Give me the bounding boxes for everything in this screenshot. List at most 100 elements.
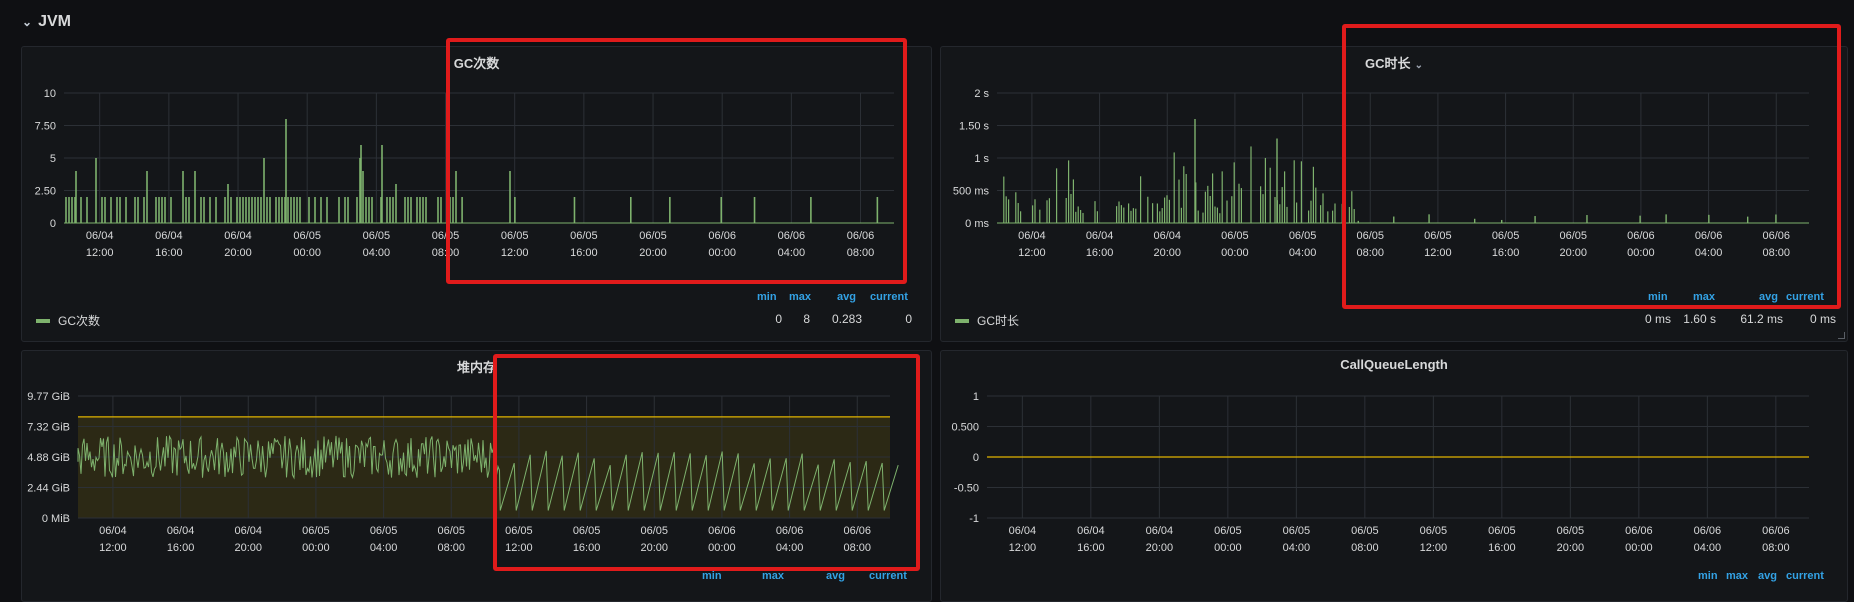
legend-series[interactable]: GC次数 [36,312,100,329]
x-tick-label: 06/06 [1627,230,1655,242]
x-tick-label: 20:00 [1146,542,1174,554]
panel-gc-time[interactable]: GC时长 ⌄ 2 s 1.50 s1 s 500 ms 0 ms 06/04 12:00 06… [940,46,1848,342]
x-tick-label: 06/04 [1086,230,1114,242]
x-tick-label: 16:00 [573,542,601,554]
y-tick-label: 1 s [974,153,989,165]
panel-title[interactable]: CallQueueLength [941,357,1847,372]
legend-header-current[interactable]: current [1786,291,1824,303]
x-tick-label: 06/05 [1351,525,1379,537]
x-tick-label: 06/05 [432,230,460,242]
panel-title[interactable]: GC时长 ⌄ [941,53,1847,72]
x-tick-label: 06/05 [363,230,391,242]
x-tick-label: 12:00 [501,247,529,259]
x-tick-label: 12:00 [86,247,114,259]
x-tick-label: 06/06 [1762,230,1790,242]
legend-header-min[interactable]: min [757,291,777,303]
panel-title[interactable]: GC次数 [22,53,931,72]
legend-header-avg[interactable]: avg [837,291,856,303]
x-tick-label: 06/05 [302,525,330,537]
x-tick-label: 20:00 [1153,247,1181,259]
y-tick-label: 0 MiB [42,513,70,525]
x-tick-label: 20:00 [224,247,252,259]
x-tick-label: 06/04 [155,230,183,242]
x-tick-label: 20:00 [1557,542,1585,554]
x-tick-label: 06/04 [1009,525,1037,537]
x-tick-label: 08:00 [1762,247,1790,259]
x-tick-label: 06/05 [1221,230,1249,242]
legend-series-name: GC次数 [58,314,101,328]
y-tick-label: 1.50 s [959,121,989,133]
x-tick-label: 04:00 [370,542,398,554]
x-tick-label: 06/04 [1146,525,1174,537]
row-title: JVM [38,13,71,30]
x-tick-label: 06/04 [1018,230,1046,242]
x-tick-label: 06/06 [778,230,806,242]
legend-min-value: 0 ms [1644,312,1671,326]
panel-heap[interactable]: 堆内存 9.77 GiB 7.32 GiB 4.88 GiB 2.44 GiB 0 Mi… [21,350,932,602]
legend-header-min[interactable]: min [1698,570,1718,582]
legend-header-current[interactable]: current [869,570,907,582]
panel-title[interactable]: 堆内存 [22,357,931,376]
x-tick-label: 16:00 [155,247,183,259]
y-tick-label: 7.32 GiB [27,422,70,434]
x-tick-label: 06/05 [505,525,533,537]
row-header-jvm[interactable]: ⌄ JVM [22,8,71,36]
legend-header-current[interactable]: current [1786,570,1824,582]
x-tick-label: 06/06 [776,525,804,537]
y-tick-label: 500 ms [953,186,990,198]
x-tick-label: 08:00 [1762,542,1790,554]
legend-header-max[interactable]: max [1726,570,1748,582]
x-tick-label: 20:00 [640,542,668,554]
gc-time-chart: 2 s 1.50 s 1 s 500 ms 0 ms 06/04 12:00 06/04 16:… [953,88,1809,259]
chevron-down-icon[interactable]: ⌄ [22,15,32,29]
y-tick-label: 4.88 GiB [27,452,70,464]
x-tick-label: 06/05 [573,525,601,537]
panel-resize-handle[interactable] [1838,332,1845,339]
y-tick-label: 2.44 GiB [27,483,70,495]
legend-header-max[interactable]: max [789,291,811,303]
legend-header-max[interactable]: max [762,570,784,582]
legend-current-value: 0 [905,312,912,326]
x-tick-label: 06/06 [843,525,871,537]
y-tick-label: 1 [973,391,979,403]
y-tick-label: 10 [44,88,56,100]
legend-min-value: 0 [775,312,782,326]
legend-header-avg[interactable]: avg [1759,291,1778,303]
legend-header-avg[interactable]: avg [1758,570,1777,582]
x-tick-label: 06/05 [501,230,529,242]
x-tick-label: 20:00 [234,542,262,554]
legend-header-current[interactable]: current [870,291,908,303]
y-tick-label: 0 [973,452,979,464]
x-tick-label: 04:00 [1289,247,1317,259]
x-tick-label: 08:00 [1351,542,1379,554]
legend-max-value: 8 [803,312,810,326]
x-tick-label: 08:00 [437,542,465,554]
x-tick-label: 12:00 [1420,542,1448,554]
x-tick-label: 16:00 [1086,247,1114,259]
x-tick-label: 06/05 [640,525,668,537]
panel-gc-count[interactable]: GC次数 10 7.50 5 2.50 0 06/04 12:00 06/04 16:00 06/… [21,46,932,342]
legend-header-min[interactable]: min [702,570,722,582]
y-tick-label: 2.50 [35,186,56,198]
chevron-down-icon[interactable]: ⌄ [1415,60,1423,71]
x-tick-label: 06/05 [570,230,598,242]
y-tick-label: 0 ms [965,218,989,230]
x-tick-label: 06/05 [1214,525,1242,537]
x-tick-label: 08:00 [847,247,875,259]
legend-series[interactable]: GC时长 [955,312,1019,329]
legend-header-max[interactable]: max [1693,291,1715,303]
call-queue-chart: 1 0.500 0 -0.50 -1 06/04 12:00 06/04 16:00 06/04 2… [951,391,1809,554]
x-tick-label: 00:00 [1221,247,1249,259]
x-tick-label: 08:00 [1356,247,1384,259]
legend-series-name: GC时长 [977,314,1020,328]
x-tick-label: 12:00 [1424,247,1452,259]
panel-call-queue-length[interactable]: CallQueueLength 1 0.500 0 -0.50 -1 06/04 12:00… [940,350,1848,602]
x-tick-label: 06/06 [1625,525,1653,537]
legend-header-min[interactable]: min [1648,291,1668,303]
x-tick-label: 04:00 [1283,542,1311,554]
x-tick-label: 06/05 [1488,525,1516,537]
x-tick-label: 00:00 [293,247,321,259]
legend-header-avg[interactable]: avg [826,570,845,582]
x-tick-label: 00:00 [1625,542,1653,554]
legend-avg-value: 61.2 ms [1740,312,1783,326]
